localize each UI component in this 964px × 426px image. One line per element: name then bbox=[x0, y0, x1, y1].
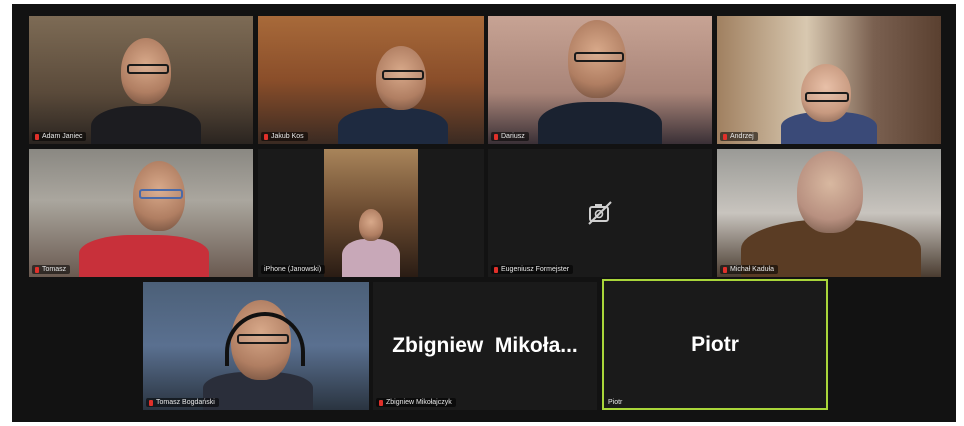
participant-name-label: Tomasz bbox=[32, 265, 71, 274]
participant-figure bbox=[79, 235, 209, 277]
glasses bbox=[127, 64, 169, 74]
muted-mic-icon bbox=[494, 266, 498, 273]
glasses bbox=[574, 52, 624, 62]
participant-name-label: Eugeniusz Formejster bbox=[491, 265, 574, 274]
participant-tile-dariusz[interactable]: Dariusz bbox=[488, 16, 712, 144]
glasses bbox=[805, 92, 849, 102]
participant-face bbox=[797, 151, 863, 233]
muted-mic-icon bbox=[149, 399, 153, 406]
participant-tile-jakub[interactable]: Jakub Kos bbox=[258, 16, 484, 144]
muted-mic-icon bbox=[379, 399, 383, 406]
participant-display-name: Piotr bbox=[691, 332, 739, 356]
participant-tile-eugeniusz[interactable]: Eugeniusz Formejster bbox=[488, 149, 712, 277]
participant-name-label: Dariusz bbox=[491, 132, 529, 141]
participant-tile-iphone[interactable]: iPhone (Janowski) bbox=[258, 149, 484, 277]
participant-tile-andrzej[interactable]: Andrzej bbox=[717, 16, 941, 144]
participant-name-label: iPhone (Janowski) bbox=[261, 265, 326, 274]
participant-tile-michal[interactable]: Michał Kaduła bbox=[717, 149, 941, 277]
camera-off-icon bbox=[588, 201, 612, 225]
participant-tile-piotr[interactable]: Piotr Piotr bbox=[602, 279, 828, 410]
glasses bbox=[382, 70, 424, 80]
participant-name-label: Adam Janiec bbox=[32, 132, 87, 141]
glasses bbox=[139, 189, 183, 199]
participant-figure bbox=[338, 108, 448, 144]
participant-figure bbox=[342, 239, 400, 277]
participant-name-label: Tomasz Bogdański bbox=[146, 398, 219, 407]
muted-mic-icon bbox=[723, 133, 727, 140]
muted-mic-icon bbox=[723, 266, 727, 273]
participant-figure bbox=[91, 106, 201, 144]
muted-mic-icon bbox=[35, 266, 39, 273]
participant-face bbox=[359, 209, 383, 241]
participant-tile-zbigniew[interactable]: Zbigniew Mikoła... Zbigniew Mikołajczyk bbox=[373, 282, 597, 410]
participant-name-label: Piotr bbox=[608, 399, 623, 406]
muted-mic-icon bbox=[264, 133, 268, 140]
participant-tile-adam[interactable]: Adam Janiec bbox=[29, 16, 253, 144]
video-gallery: Adam Janiec Jakub Kos Dariusz Andrzej To… bbox=[12, 4, 956, 422]
participant-tile-tomasz-b[interactable]: Tomasz Bogdański bbox=[143, 282, 369, 410]
muted-mic-icon bbox=[494, 133, 498, 140]
participant-name-label: Jakub Kos bbox=[261, 132, 308, 141]
participant-name-label: Andrzej bbox=[720, 132, 758, 141]
participant-figure bbox=[538, 102, 662, 144]
participant-name-label: Michał Kaduła bbox=[720, 265, 778, 274]
participant-display-name: Zbigniew Mikoła... bbox=[392, 334, 578, 357]
participant-tile-tomasz[interactable]: Tomasz bbox=[29, 149, 253, 277]
muted-mic-icon bbox=[35, 133, 39, 140]
participant-name-label: Zbigniew Mikołajczyk bbox=[376, 398, 456, 407]
